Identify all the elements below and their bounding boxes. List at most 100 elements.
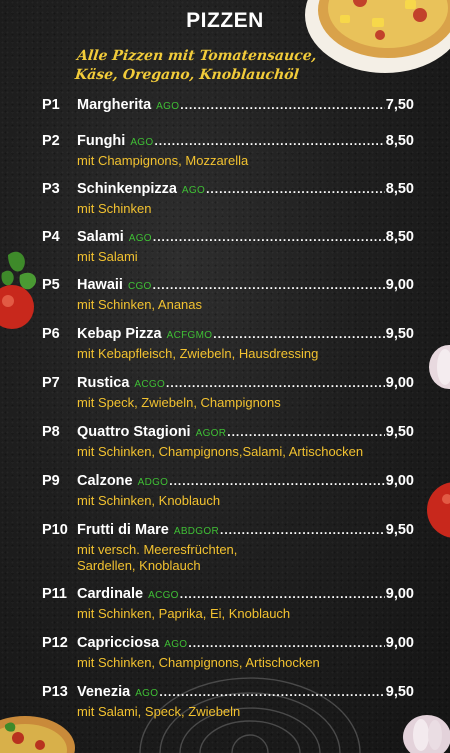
item-price: 8,50 xyxy=(385,181,414,197)
item-price: 9,00 xyxy=(385,586,414,602)
menu-subtitle: Alle Pizzen mit Tomatensauce, Käse, Oreg… xyxy=(74,47,318,85)
subtitle-line-1: Alle Pizzen mit Tomatensauce, xyxy=(76,48,318,64)
item-code: P4 xyxy=(42,229,60,245)
item-allergens: AGO xyxy=(130,137,154,148)
item-description: mit Schinken, Paprika, Ei, Knoblauch xyxy=(77,606,291,621)
item-line: Frutti di Mare ABDGOR ..................… xyxy=(77,522,414,538)
item-allergens: AGO xyxy=(135,688,159,699)
item-description: mit Speck, Zwiebeln, Champignons xyxy=(77,395,281,410)
item-code: P2 xyxy=(42,133,60,149)
item-allergens: ABDGOR xyxy=(173,526,219,537)
item-name: Cardinale xyxy=(77,586,144,602)
item-line: Margherita AGO .........................… xyxy=(77,97,414,113)
item-description: mit versch. Meeresfrüchten, xyxy=(77,542,238,557)
dot-leader: ........................................… xyxy=(154,134,385,148)
item-code: P3 xyxy=(42,181,60,197)
item-line: Salami AGO .............................… xyxy=(77,229,414,245)
menu-item-header: P9 Calzone ADGO ........................… xyxy=(0,473,450,493)
menu-item: P3 Schinkenpizza AGO ...................… xyxy=(0,181,450,217)
item-allergens: AGO xyxy=(164,639,188,650)
menu-item: P2 Funghi AGO ..........................… xyxy=(0,133,450,169)
item-allergens: AGO xyxy=(128,233,152,244)
item-code: P13 xyxy=(42,684,68,700)
menu-item: P9 Calzone ADGO ........................… xyxy=(0,473,450,509)
item-allergens: ACGO xyxy=(148,590,179,601)
menu-item: P6 Kebap Pizza ACFGMO ..................… xyxy=(0,326,450,362)
item-description: mit Champignons, Mozzarella xyxy=(77,153,249,168)
menu-item: P13 Venezia AGO ........................… xyxy=(0,684,450,720)
item-line: Capricciosa AGO ........................… xyxy=(77,635,414,651)
item-name: Funghi xyxy=(77,133,126,149)
item-price: 9,50 xyxy=(385,522,414,538)
dot-leader: ........................................… xyxy=(169,474,385,488)
item-name: Hawaii xyxy=(77,277,123,293)
item-code: P5 xyxy=(42,277,60,293)
menu-item: P1 Margherita AGO ......................… xyxy=(0,97,450,117)
item-price: 7,50 xyxy=(385,97,414,113)
menu-item-header: P8 Quattro Stagioni AGOR ...............… xyxy=(0,424,450,444)
menu-item-header: P2 Funghi AGO ..........................… xyxy=(0,133,450,153)
item-name: Venezia xyxy=(77,684,131,700)
item-description: mit Kebapfleisch, Zwiebeln, Hausdressing xyxy=(77,346,319,361)
dot-leader: ........................................… xyxy=(166,376,385,390)
item-allergens: AGOR xyxy=(195,428,227,439)
menu-item: P12 Capricciosa AGO ....................… xyxy=(0,635,450,671)
item-code: P11 xyxy=(42,586,67,602)
item-line: Calzone ADGO ...........................… xyxy=(77,473,414,489)
menu-item: P7 Rustica ACGO ........................… xyxy=(0,375,450,411)
dot-leader: ........................................… xyxy=(219,523,385,537)
menu-item-header: P6 Kebap Pizza ACFGMO ..................… xyxy=(0,326,450,346)
menu-item-header: P4 Salami AGO ..........................… xyxy=(0,229,450,249)
menu-item: P8 Quattro Stagioni AGOR ...............… xyxy=(0,424,450,460)
item-allergens: CGO xyxy=(127,281,152,292)
menu-item: P11 Cardinale ACGO .....................… xyxy=(0,586,450,622)
item-name: Quattro Stagioni xyxy=(77,424,191,440)
item-code: P1 xyxy=(42,97,60,113)
item-name: Rustica xyxy=(77,375,130,391)
item-line: Quattro Stagioni AGOR ..................… xyxy=(77,424,414,440)
menu-item-header: P11 Cardinale ACGO .....................… xyxy=(0,586,450,606)
item-allergens: AGO xyxy=(181,185,206,196)
item-description: Sardellen, Knoblauch xyxy=(77,558,201,573)
item-allergens: ADGO xyxy=(137,477,169,488)
item-name: Frutti di Mare xyxy=(77,522,169,538)
item-line: Schinkenpizza AGO ......................… xyxy=(77,181,414,197)
menu-item-header: P5 Hawaii CGO ..........................… xyxy=(0,277,450,297)
dot-leader: ........................................… xyxy=(180,98,385,112)
subtitle-line-2: Käse, Oregano, Knoblauchöl xyxy=(74,67,300,83)
item-name: Schinkenpizza xyxy=(77,181,177,197)
dot-leader: ........................................… xyxy=(213,327,384,341)
item-price: 9,50 xyxy=(385,326,414,342)
item-allergens: ACFGMO xyxy=(166,330,213,341)
menu-item-header: P7 Rustica ACGO ........................… xyxy=(0,375,450,395)
item-description: mit Schinken, Champignons,Salami, Artisc… xyxy=(77,444,364,459)
item-line: Rustica ACGO ...........................… xyxy=(77,375,414,391)
menu-item: P10 Frutti di Mare ABDGOR ..............… xyxy=(0,522,450,574)
item-line: Hawaii CGO .............................… xyxy=(77,277,414,293)
item-price: 9,50 xyxy=(385,424,414,440)
menu-item-header: P3 Schinkenpizza AGO ...................… xyxy=(0,181,450,201)
item-line: Venezia AGO ............................… xyxy=(77,684,414,700)
menu-item-header: P12 Capricciosa AGO ....................… xyxy=(0,635,450,655)
menu-item-header: P10 Frutti di Mare ABDGOR ..............… xyxy=(0,522,450,542)
dot-leader: ........................................… xyxy=(188,636,384,650)
item-code: P8 xyxy=(42,424,60,440)
dot-leader: ........................................… xyxy=(152,278,385,292)
item-description: mit Schinken, Champignons, Artischocken xyxy=(77,655,320,670)
menu-item-header: P1 Margherita AGO ......................… xyxy=(0,97,450,117)
item-price: 9,00 xyxy=(385,635,414,651)
item-allergens: AGO xyxy=(156,101,180,112)
item-name: Margherita xyxy=(77,97,152,113)
item-line: Funghi AGO .............................… xyxy=(77,133,414,149)
item-code: P10 xyxy=(42,522,68,538)
item-code: P12 xyxy=(42,635,68,651)
page-title: PIZZEN xyxy=(186,9,264,32)
dot-leader: ........................................… xyxy=(152,230,385,244)
item-line: Kebap Pizza ACFGMO .....................… xyxy=(77,326,414,342)
item-price: 9,00 xyxy=(385,375,414,391)
item-description: mit Salami, Speck, Zwiebeln xyxy=(77,704,241,719)
menu-item: P5 Hawaii CGO ..........................… xyxy=(0,277,450,313)
item-name: Capricciosa xyxy=(77,635,160,651)
item-description: mit Schinken, Knoblauch xyxy=(77,493,221,508)
dot-leader: ........................................… xyxy=(206,182,385,196)
